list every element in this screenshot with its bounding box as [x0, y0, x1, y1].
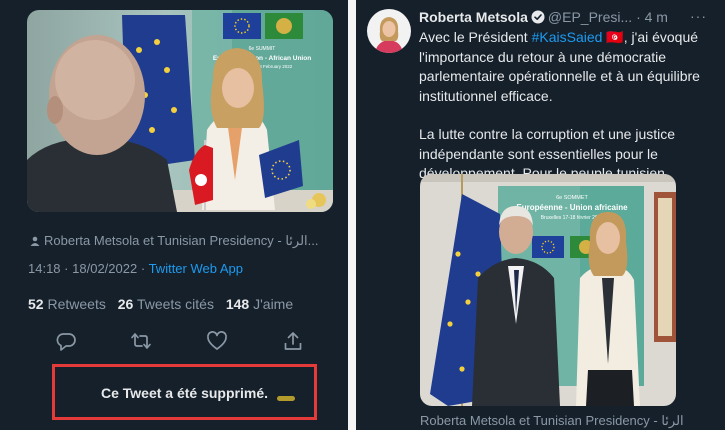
tweet-date[interactable]: 18/02/2022	[72, 261, 137, 276]
tagged-users-caption[interactable]: Roberta Metsola et Tunisian Presidency -…	[420, 413, 684, 429]
summit-photo: 6e SUMMIT European Union - African Union…	[27, 10, 333, 212]
author-name[interactable]: Roberta Metsola	[419, 9, 528, 25]
right-banner-line2: Européenne - Union africaine	[516, 203, 628, 212]
retweets-stat[interactable]: 52 Retweets	[28, 296, 106, 312]
tweet-photo[interactable]: 6e SUMMIT European Union - African Union…	[27, 10, 333, 212]
hashtag-link[interactable]: #KaisSaied	[532, 29, 603, 45]
tagged-users-text: Roberta Metsola et Tunisian Presidency -…	[44, 233, 319, 248]
retweet-icon[interactable]	[130, 330, 152, 352]
separator-dot: ·	[140, 261, 146, 276]
retweets-label: Retweets	[47, 296, 106, 312]
right-banner-line1: 6e SOMMET	[556, 195, 588, 201]
like-heart-icon[interactable]	[206, 330, 228, 352]
avatar[interactable]	[367, 9, 411, 53]
more-options-icon[interactable]: ···	[690, 8, 707, 24]
avatar-image	[367, 9, 411, 53]
person-icon	[30, 236, 40, 246]
timestamp-row: 14:18 · 18/02/2022 · Twitter Web App	[28, 261, 243, 276]
left-tweet-panel: 6e SUMMIT European Union - African Union…	[0, 0, 348, 430]
tweet-text: Avec le Président #KaisSaied 🇹🇳, j'ai év…	[419, 28, 715, 184]
quotes-stat[interactable]: 26 Tweets cités	[118, 296, 214, 312]
action-bar	[0, 330, 348, 354]
engagement-stats: 52 Retweets 26 Tweets cités 148 J'aime	[28, 296, 301, 312]
tweet-time[interactable]: 14:18	[28, 261, 61, 276]
retweets-count: 52	[28, 296, 44, 312]
deleted-notice-text: Ce Tweet a été supprimé.	[100, 385, 268, 401]
share-icon[interactable]	[282, 330, 304, 352]
tweet-time-ago[interactable]: · 4 m	[636, 9, 668, 25]
likes-count: 148	[225, 296, 250, 312]
likes-stat[interactable]: 148 J'aime	[226, 296, 293, 312]
verified-badge-icon	[531, 10, 545, 24]
deleted-tweet-notice: Ce Tweet a été supprimé.	[52, 364, 317, 420]
tweet-source-link[interactable]: Twitter Web App	[149, 261, 243, 276]
quotes-label: Tweets cités	[136, 296, 214, 312]
redaction-mark	[277, 396, 295, 401]
left-banner-line1: 6e SUMMIT	[249, 46, 276, 52]
tweet-paragraph-1: Avec le Président #KaisSaied 🇹🇳, j'ai év…	[419, 28, 715, 106]
tweet-header: Roberta Metsola @EP_Presi... · 4 m	[419, 9, 668, 25]
right-tweet-panel: Roberta Metsola @EP_Presi... · 4 m ··· Av…	[356, 0, 725, 430]
tunisia-flag-emoji: 🇹🇳	[606, 29, 624, 45]
author-handle[interactable]: @EP_Presi...	[548, 9, 632, 25]
reply-icon[interactable]	[55, 330, 77, 352]
tweet-photo[interactable]: 6e SOMMET Européenne - Union africaine B…	[420, 174, 676, 406]
summit-photo: 6e SOMMET Européenne - Union africaine B…	[420, 174, 676, 406]
likes-label: J'aime	[253, 296, 294, 312]
quotes-count: 26	[117, 296, 134, 312]
tweet-text-intro: Avec le Président	[419, 29, 532, 45]
tagged-users[interactable]: Roberta Metsola et Tunisian Presidency -…	[30, 233, 319, 249]
separator-dot: ·	[64, 261, 69, 276]
